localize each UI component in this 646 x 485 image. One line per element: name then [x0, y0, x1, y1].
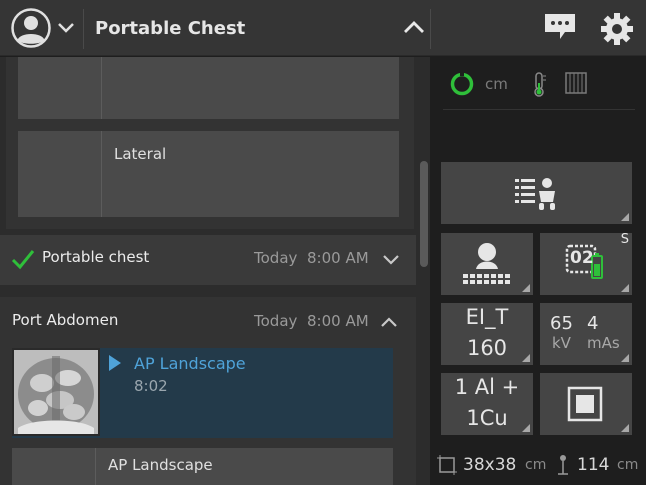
gear-icon[interactable] — [600, 12, 634, 46]
filter-line-2: 1Cu — [466, 406, 508, 430]
patient-detector-icon — [463, 243, 510, 284]
field-size-unit: cm — [525, 457, 547, 473]
sid-value: 114 — [577, 455, 610, 475]
header-divider — [83, 9, 84, 49]
panel-divider — [443, 109, 635, 110]
view-card[interactable]: AP Landscape — [12, 448, 393, 485]
user-avatar-icon[interactable] — [11, 8, 51, 48]
view-thumbnail-slot — [12, 448, 96, 485]
view-card-lateral[interactable]: Lateral — [18, 131, 399, 217]
check-icon — [11, 250, 35, 270]
distance-unit: cm — [485, 75, 508, 93]
page-title: Portable Chest — [95, 18, 246, 39]
exam-row-portable-chest[interactable]: Portable chest Today 8:00 AM — [0, 235, 416, 285]
tile-corner-marker — [522, 354, 530, 362]
header-divider — [430, 9, 431, 49]
exam-name: Port Abdomen — [12, 311, 119, 329]
patient-size-button[interactable] — [441, 162, 632, 224]
ei-value: 160 — [466, 336, 508, 360]
chevron-down-icon[interactable] — [382, 252, 400, 268]
tile-corner-marker — [621, 424, 629, 432]
view-card[interactable] — [18, 57, 399, 119]
chevron-up-icon[interactable] — [380, 314, 398, 330]
view-card-active[interactable]: AP Landscape 8:02 — [12, 348, 393, 438]
xray-thumbnail — [12, 348, 100, 436]
header-bar: Portable Chest — [0, 0, 646, 56]
tile-corner-marker — [621, 213, 629, 221]
detector-button[interactable]: 02 S — [540, 232, 632, 295]
tile-corner-marker — [522, 284, 530, 292]
play-icon — [109, 355, 121, 371]
kv-value: 65 — [550, 313, 573, 334]
field-size-value: 38x38 — [463, 455, 517, 475]
chevron-up-icon[interactable] — [402, 18, 426, 38]
aec-chamber-button[interactable] — [441, 233, 533, 295]
thermometer-icon — [534, 72, 546, 97]
exam-time: 8:00 AM — [307, 312, 369, 330]
collimation-icon — [567, 386, 603, 422]
kv-unit: kV — [552, 334, 571, 352]
tile-corner-marker — [522, 424, 530, 432]
chevron-down-icon[interactable] — [56, 18, 76, 38]
view-label-active: AP Landscape — [134, 354, 246, 373]
acquisition-panel: cm 02 S EI_T 160 65 4 kV mAs 1 Al + 1Cu … — [431, 57, 646, 485]
exposure-index-button[interactable]: EI_T 160 — [441, 303, 533, 365]
view-time: 8:02 — [134, 377, 168, 395]
ei-label: EI_T — [465, 305, 509, 329]
filter-line-1: 1 Al + — [454, 375, 520, 399]
exam-group-port-abdomen: Port Abdomen Today 8:00 AM AP Landscape … — [0, 297, 416, 485]
view-thumbnail-slot — [18, 57, 102, 119]
pediatric-list-icon — [515, 178, 555, 210]
exam-time: 8:00 AM — [307, 249, 369, 267]
loading-ring-icon — [450, 72, 474, 96]
chat-icon[interactable] — [543, 12, 577, 42]
mas-value: 4 — [587, 313, 599, 334]
tile-corner-marker — [621, 284, 629, 292]
view-label: AP Landscape — [108, 456, 213, 474]
field-size-icon — [437, 455, 457, 475]
detector-number: 02 — [570, 248, 594, 268]
collimation-button[interactable] — [540, 373, 632, 435]
exam-list-panel: Lateral Portable chest Today 8:00 AM Por… — [0, 57, 430, 485]
exam-date: Today — [254, 312, 298, 330]
view-label: Lateral — [114, 145, 167, 163]
source-image-distance-icon — [558, 455, 568, 475]
grid-icon — [565, 72, 587, 94]
detector-suffix: S — [620, 232, 629, 247]
field-size-readout: 38x38 cm 114 cm — [437, 453, 643, 477]
filter-button[interactable]: 1 Al + 1Cu — [441, 373, 533, 435]
kv-mas-button[interactable]: 65 4 kV mAs — [540, 303, 632, 365]
sid-unit: cm — [617, 457, 639, 473]
mas-unit: mAs — [587, 334, 620, 352]
view-thumbnail-slot — [18, 131, 102, 217]
scrollbar-thumb[interactable] — [420, 161, 428, 267]
exam-date: Today — [254, 249, 298, 267]
exam-name: Portable chest — [42, 248, 150, 266]
tile-corner-marker — [621, 354, 629, 362]
